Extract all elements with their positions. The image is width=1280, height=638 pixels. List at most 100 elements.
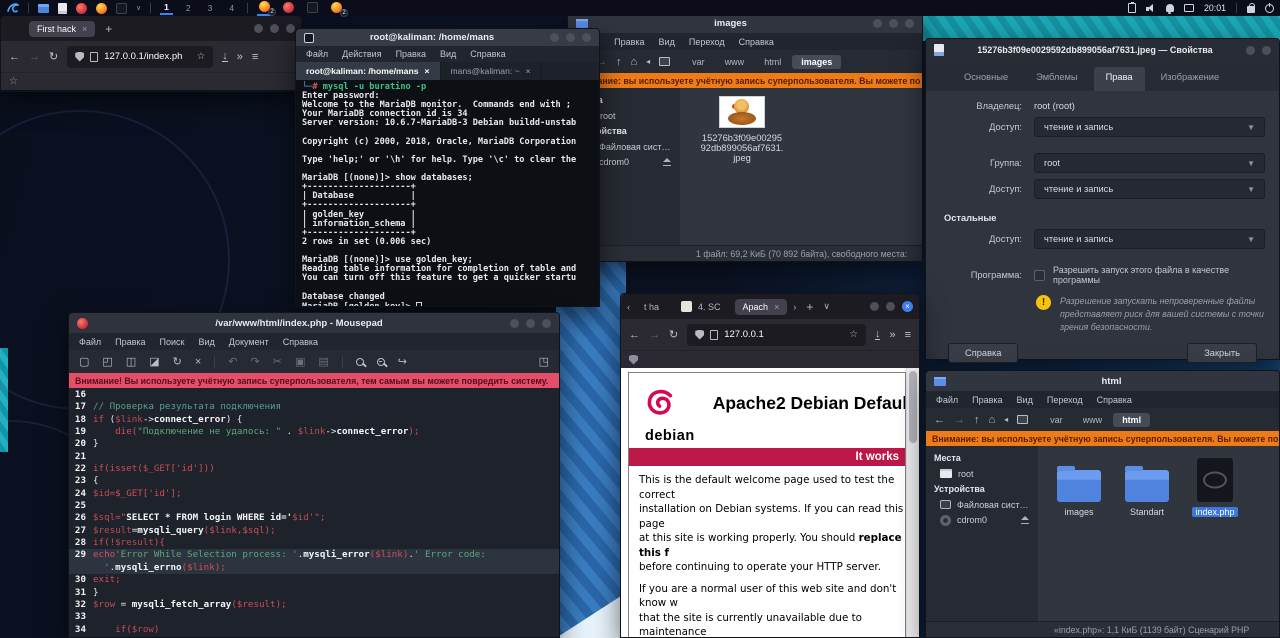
page-info-icon[interactable] <box>90 52 98 62</box>
file-manager-launcher-icon[interactable] <box>38 4 49 13</box>
volume-tray-icon[interactable] <box>1146 4 1156 13</box>
updates-tray-icon[interactable] <box>1247 6 1255 13</box>
new-tab-button[interactable]: + <box>802 300 817 314</box>
fullscreen-icon[interactable]: ◳ <box>539 355 549 368</box>
search-replace-icon[interactable] <box>377 358 385 366</box>
menu-item[interactable]: Вид <box>1017 395 1033 405</box>
url-bar[interactable]: 127.0.0.1/index.ph ☆ <box>67 46 213 68</box>
menu-item[interactable]: Справка <box>1097 395 1132 405</box>
home-icon[interactable]: ⌂ <box>631 56 638 68</box>
terminal-tab-root[interactable]: root@kaliman: /home/mans× <box>296 62 441 80</box>
url-bar[interactable]: 127.0.0.1 ☆ <box>687 324 866 346</box>
terminal-launcher-icon[interactable] <box>116 3 127 14</box>
forward-button[interactable]: → <box>649 329 660 341</box>
title-bar[interactable]: root@kaliman: /home/mans <box>296 29 599 46</box>
overflow-chevron-icon[interactable]: » <box>237 51 243 63</box>
menu-item[interactable]: Правка <box>972 395 1002 405</box>
tab-scroll-right-icon[interactable]: › <box>793 302 796 312</box>
taskbar-mousepad[interactable] <box>281 1 296 15</box>
minimize-button[interactable] <box>254 24 263 33</box>
reload-button[interactable]: ↻ <box>49 50 58 63</box>
menu-item[interactable]: Переход <box>689 37 725 47</box>
forward-icon[interactable]: → <box>954 414 965 426</box>
minimize-button[interactable] <box>870 302 879 311</box>
computer-icon[interactable] <box>659 57 670 66</box>
up-icon[interactable]: ↑ <box>616 56 622 68</box>
menu-item[interactable]: Документ <box>229 337 269 347</box>
tab-scroll-left-icon[interactable]: ‹ <box>627 302 630 312</box>
save-as-icon[interactable]: ◪ <box>149 355 159 368</box>
taskbar-firefox-1[interactable]: 2 <box>257 0 272 16</box>
menu-item[interactable]: Правка <box>115 337 145 347</box>
close-button[interactable] <box>1262 46 1271 55</box>
breadcrumb-item[interactable]: html <box>755 55 790 69</box>
file-item-index-php[interactable]: index.php <box>1184 456 1246 517</box>
copy-icon[interactable]: ▣ <box>295 355 305 368</box>
clock[interactable]: 20:01 <box>1204 3 1226 13</box>
undo-icon[interactable]: ↶ <box>228 355 237 368</box>
executable-checkbox[interactable] <box>1034 270 1045 281</box>
menu-icon[interactable]: ≡ <box>905 329 911 341</box>
scrollbar-thumb[interactable] <box>909 371 917 443</box>
breadcrumb-item[interactable]: www <box>1074 413 1112 427</box>
maximize-button[interactable] <box>526 319 535 328</box>
tab-apache[interactable]: Apach × <box>735 299 788 315</box>
save-icon[interactable]: ◫ <box>126 355 136 368</box>
scrollbar[interactable] <box>906 368 919 637</box>
tab-first-hack[interactable]: First hack × <box>29 21 95 37</box>
code-editor[interactable]: 16 17// Проверка результата подключения1… <box>69 388 559 637</box>
launcher-chevron-icon[interactable]: ∨ <box>136 4 141 12</box>
shield-icon[interactable] <box>75 52 84 62</box>
tab-close-icon[interactable]: × <box>774 302 779 312</box>
close-button[interactable] <box>582 33 591 42</box>
new-tab-button[interactable]: + <box>101 22 116 36</box>
downloads-icon[interactable]: ↓ <box>875 330 881 340</box>
back-button[interactable]: ← <box>629 329 640 341</box>
folder-item-images[interactable]: images <box>1048 456 1110 517</box>
redo-icon[interactable]: ↷ <box>251 355 260 368</box>
taskbar-firefox-2[interactable]: 2 <box>329 1 344 15</box>
tab-partial[interactable]: t ha <box>636 299 667 315</box>
open-icon[interactable]: ◰ <box>102 355 112 368</box>
title-bar[interactable]: /var/www/html/index.php - Mousepad <box>69 313 559 333</box>
bookmark-star-icon[interactable]: ☆ <box>197 51 206 62</box>
shield-icon[interactable] <box>695 330 704 340</box>
back-icon[interactable]: ← <box>934 414 945 426</box>
minimize-button[interactable] <box>510 319 519 328</box>
close-button[interactable] <box>286 24 295 33</box>
collapse-icon[interactable]: ◂ <box>1004 415 1008 424</box>
menu-item[interactable]: Файл <box>936 395 958 405</box>
cut-icon[interactable]: ✂ <box>273 355 282 368</box>
maximize-button[interactable] <box>270 24 279 33</box>
breadcrumb-item[interactable]: var <box>1041 413 1072 427</box>
file-item-jpeg[interactable]: 15276b3f09e0029592db899056af7631.jpeg <box>696 96 788 163</box>
overflow-chevron-icon[interactable]: » <box>889 329 895 341</box>
breadcrumb-item[interactable]: html <box>1113 413 1150 427</box>
group-access-select[interactable]: чтение и запись▼ <box>1034 179 1265 199</box>
text-editor-launcher-icon[interactable] <box>58 3 67 14</box>
tab-close-icon[interactable]: × <box>526 66 531 76</box>
title-bar[interactable]: images <box>568 13 922 33</box>
close-button[interactable] <box>905 19 914 28</box>
workspace-4[interactable]: 4 <box>225 2 238 14</box>
menu-item[interactable]: Переход <box>1047 395 1083 405</box>
menu-item[interactable]: Действия <box>342 49 381 59</box>
sidebar-item-cdrom[interactable]: cdrom0 <box>926 512 1038 528</box>
tab-close-icon[interactable]: × <box>424 66 429 76</box>
tab-sql-article[interactable]: 4. SC <box>673 298 729 315</box>
owner-access-select[interactable]: чтение и запись▼ <box>1034 117 1265 137</box>
taskbar-terminal[interactable] <box>305 1 320 15</box>
mousepad-launcher-icon[interactable] <box>76 3 87 14</box>
menu-icon[interactable]: ≡ <box>252 51 258 63</box>
close-file-icon[interactable]: × <box>195 356 201 368</box>
bookmark-icon[interactable]: ☆ <box>9 76 18 87</box>
computer-icon[interactable] <box>1017 415 1028 424</box>
power-icon[interactable] <box>1265 4 1274 13</box>
breadcrumb-item[interactable]: var <box>683 55 714 69</box>
workspace-2[interactable]: 2 <box>182 2 195 14</box>
clipboard-tray-icon[interactable] <box>1128 3 1136 13</box>
reload-icon[interactable]: ↻ <box>173 355 182 368</box>
properties-tab[interactable]: Основные <box>952 67 1020 91</box>
close-button[interactable]: × <box>902 301 913 312</box>
help-button[interactable]: Справка <box>948 343 1018 363</box>
